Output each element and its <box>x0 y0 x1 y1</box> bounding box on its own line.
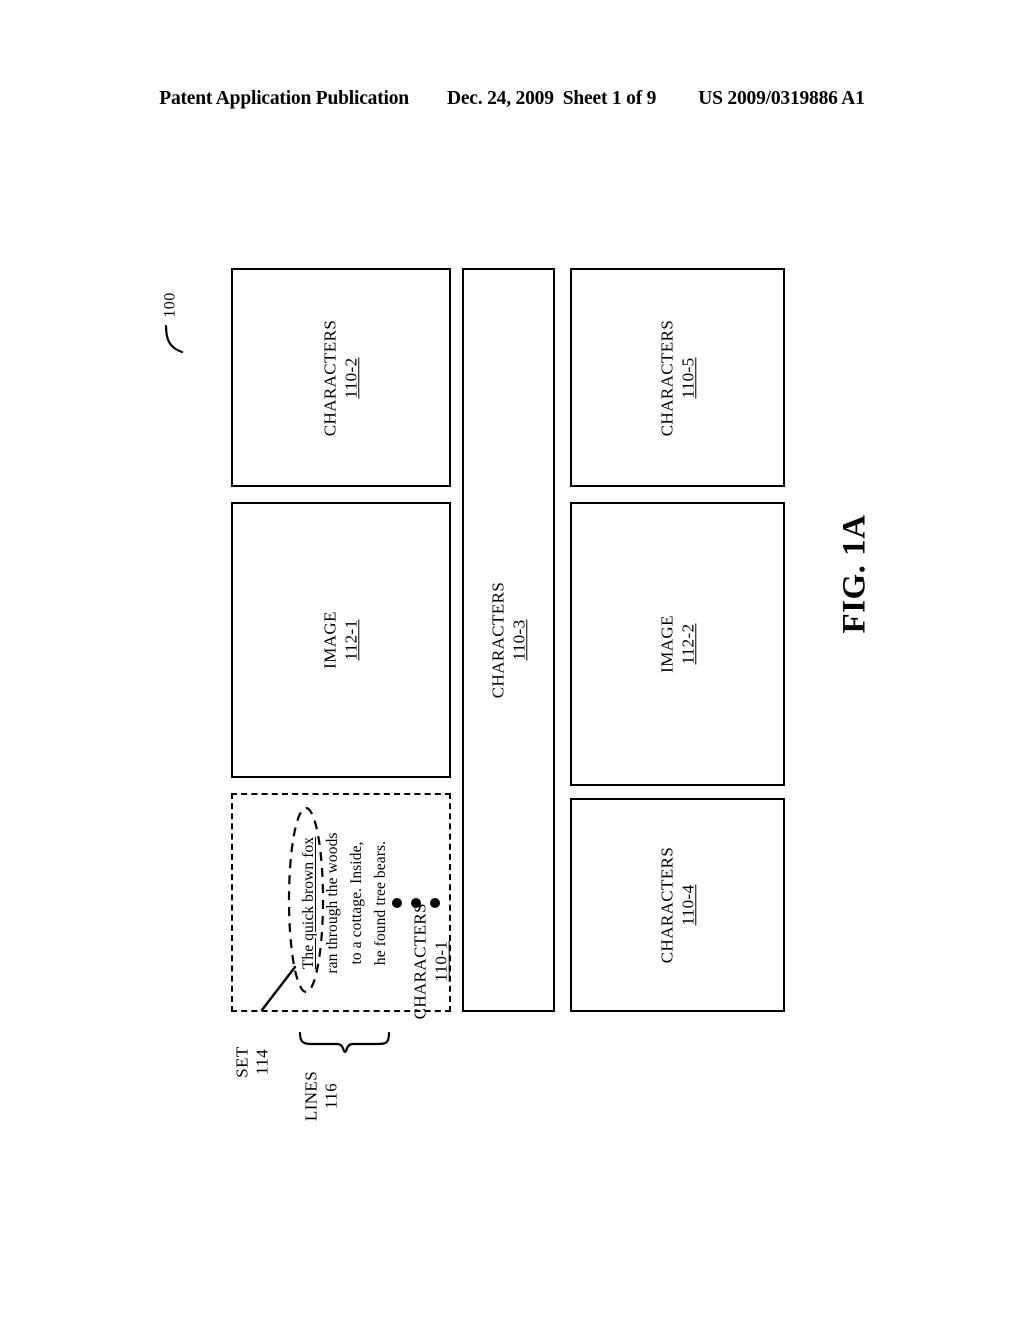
callout-lines-label: LINES <box>301 1070 321 1122</box>
lines-container: The quick brown fox ran through the wood… <box>233 795 449 1010</box>
block-110-2-label: CHARACTERS <box>320 319 340 436</box>
block-characters-110-3[interactable]: CHARACTERS 110-3 <box>462 268 555 1012</box>
text-line-1: The quick brown fox <box>300 836 317 969</box>
text-line-3: to a cottage. Inside, <box>348 840 365 965</box>
block-characters-110-2[interactable]: CHARACTERS 110-2 <box>231 268 451 487</box>
callout-lines-ref: 116 <box>322 1082 341 1110</box>
block-110-5-ref: 110-5 <box>677 356 697 399</box>
block-110-2-ref: 110-2 <box>341 356 360 399</box>
block-112-1-label: IMAGE <box>320 611 340 669</box>
block-characters-110-1[interactable]: CHARACTERS 110-1 The quick brown fox ran… <box>231 793 451 1019</box>
block-110-5-label: CHARACTERS <box>656 319 676 436</box>
block-110-5-title: CHARACTERS 110-5 <box>657 319 698 435</box>
block-110-3-label: CHARACTERS <box>487 581 507 699</box>
block-112-2-title: IMAGE 112-2 <box>657 615 698 673</box>
block-110-4-ref: 110-4 <box>677 884 697 926</box>
block-110-2-title: CHARACTERS 110-2 <box>320 319 361 435</box>
block-112-1-ref: 112-1 <box>341 619 360 661</box>
callout-set-ref: 114 <box>253 1048 272 1076</box>
block-image-112-1[interactable]: IMAGE 112-1 <box>231 502 451 778</box>
figure-1a-canvas: 100 CHARACTERS 110-1 The quick brown fox… <box>0 0 1024 1320</box>
brace-lines-116 <box>298 1031 391 1054</box>
ellipsis-dot-2 <box>411 897 421 908</box>
block-110-3-ref: 110-3 <box>508 619 528 661</box>
ellipsis-dot-1 <box>392 897 402 908</box>
block-112-2-label: IMAGE <box>656 615 676 673</box>
block-characters-110-5[interactable]: CHARACTERS 110-5 <box>570 268 785 487</box>
callout-set-label: SET <box>232 1046 252 1078</box>
text-line-4: he found tree bears. <box>372 840 389 965</box>
block-112-2-ref: 112-2 <box>677 623 697 665</box>
block-110-4-label: CHARACTERS <box>656 846 676 964</box>
callout-set-114: SET 114 <box>233 1046 274 1077</box>
ellipsis-icon <box>392 897 440 908</box>
leader-line-100 <box>164 324 184 354</box>
block-110-3-title: CHARACTERS 110-3 <box>488 582 529 698</box>
block-characters-110-4[interactable]: CHARACTERS 110-4 <box>570 798 785 1012</box>
figure-caption: FIG. 1A <box>836 514 873 634</box>
callout-lines-116: LINES 116 <box>302 1071 343 1121</box>
figure-reference-100: 100 <box>161 292 179 318</box>
ellipsis-dot-3 <box>430 897 440 908</box>
block-image-112-2[interactable]: IMAGE 112-2 <box>570 502 785 786</box>
text-line-2: ran through the woods <box>324 831 341 974</box>
block-110-4-title: CHARACTERS 110-4 <box>657 847 698 963</box>
block-112-1-title: IMAGE 112-1 <box>320 611 361 669</box>
